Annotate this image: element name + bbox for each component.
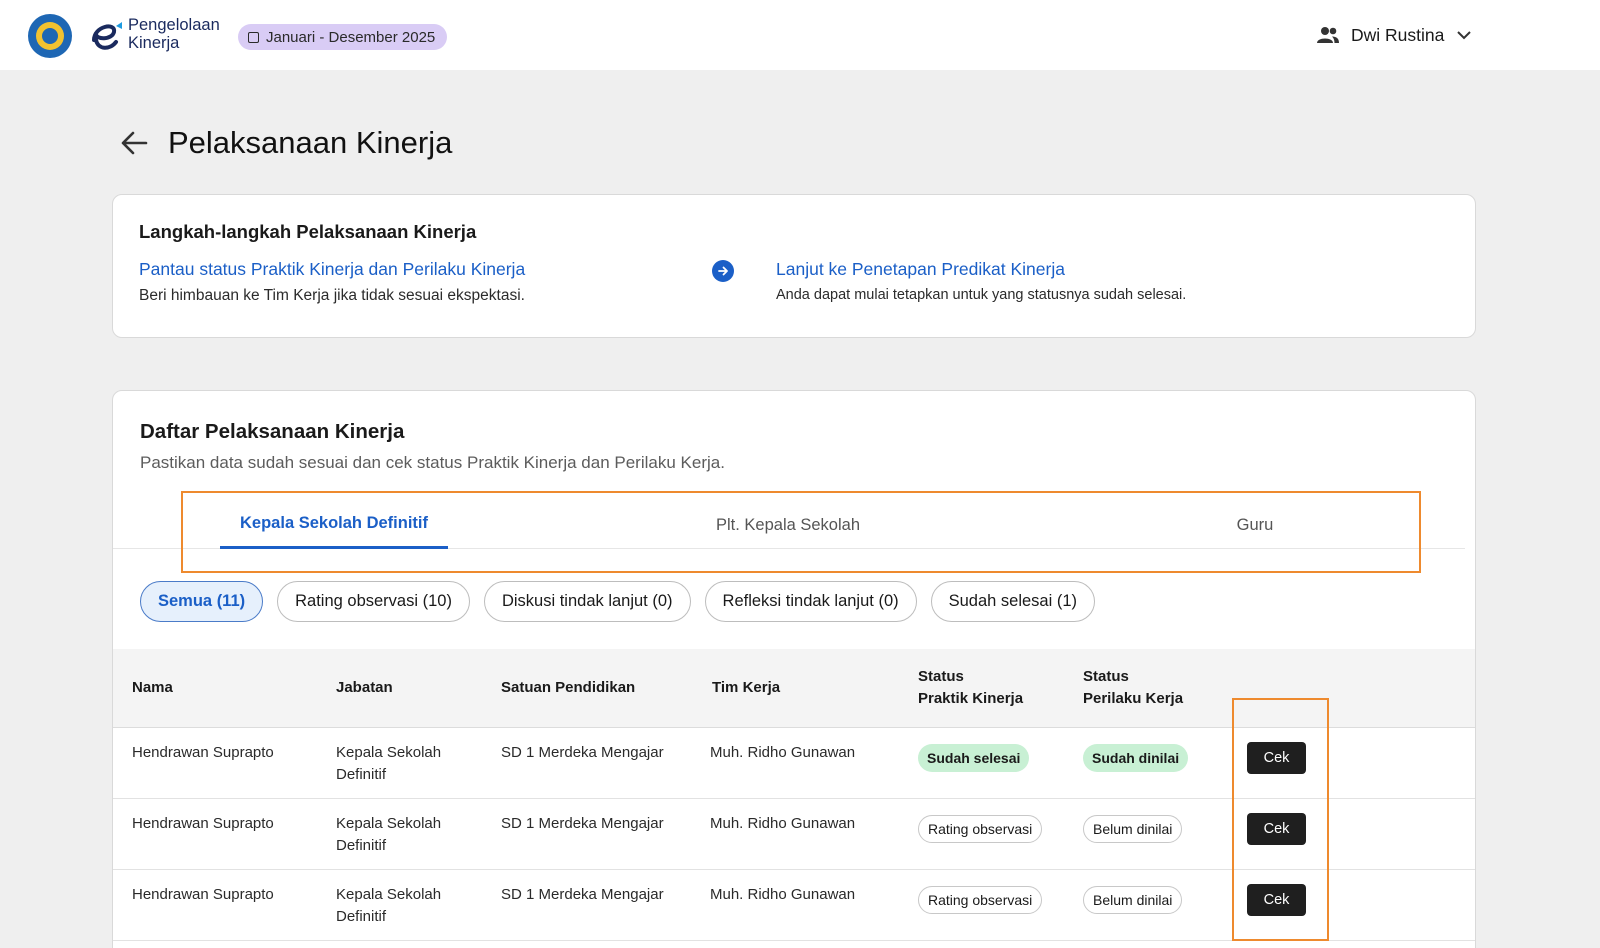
header-status-praktik-kinerja: Status Praktik Kinerja bbox=[918, 666, 1023, 710]
cell-jabatan-line-1: Kepala Sekolah bbox=[336, 886, 442, 903]
back-arrow-icon[interactable] bbox=[118, 127, 150, 159]
table-row: Hendrawan Suprapto Kepala Sekolah Defini… bbox=[113, 799, 1475, 870]
header-status-perilaku-kerja: Status Perilaku Kerja bbox=[1083, 666, 1183, 710]
tab-guru[interactable]: Guru bbox=[1205, 501, 1305, 549]
page-title: Pelaksanaan Kinerja bbox=[168, 125, 453, 160]
header-status-praktik-line-2: Praktik Kinerja bbox=[918, 690, 1024, 707]
tab-kepala-sekolah-definitif[interactable]: Kepala Sekolah Definitif bbox=[220, 501, 448, 549]
period-label: Januari - Desember 2025 bbox=[266, 28, 436, 46]
filter-rating-observasi[interactable]: Rating observasi (10) bbox=[277, 581, 470, 622]
user-name: Dwi Rustina bbox=[1351, 24, 1445, 45]
filter-semua[interactable]: Semua (11) bbox=[140, 581, 264, 622]
app-logo-icon bbox=[92, 22, 122, 50]
cell-nama: Hendrawan Suprapto bbox=[132, 744, 274, 761]
filter-sudah-selesai[interactable]: Sudah selesai (1) bbox=[930, 581, 1096, 622]
status-filters: Semua (11) Rating observasi (10) Diskusi… bbox=[140, 581, 1096, 622]
steps-title: Langkah-langkah Pelaksanaan Kinerja bbox=[139, 221, 477, 242]
cell-tim-kerja: Muh. Ridho Gunawan bbox=[710, 744, 856, 761]
step-monitor: Pantau status Praktik Kinerja dan Perila… bbox=[139, 259, 525, 305]
header-jabatan: Jabatan bbox=[336, 679, 393, 696]
cell-jabatan-line-2: Definitif bbox=[336, 908, 387, 925]
step-predikat: Lanjut ke Penetapan Predikat Kinerja And… bbox=[776, 259, 1186, 303]
header-status-perilaku-line-1: Status bbox=[1083, 668, 1129, 685]
step-predikat-desc: Anda dapat mulai tetapkan untuk yang sta… bbox=[776, 287, 1187, 303]
header-status-praktik-line-1: Status bbox=[918, 668, 964, 685]
header-nama: Nama bbox=[132, 679, 173, 696]
period-chip[interactable]: Januari - Desember 2025 bbox=[238, 24, 448, 50]
status-badge-perilaku: Belum dinilai bbox=[1083, 815, 1183, 843]
status-badge-praktik: Rating observasi bbox=[918, 815, 1043, 843]
cell-satuan-pendidikan: SD 1 Merdeka Mengajar bbox=[501, 886, 664, 903]
cek-button[interactable]: Cek bbox=[1247, 742, 1306, 774]
cell-jabatan-line-1: Kepala Sekolah bbox=[336, 815, 442, 832]
app-name[interactable]: Pengelolaan Kinerja bbox=[128, 16, 220, 52]
steps-card: Langkah-langkah Pelaksanaan Kinerja Pant… bbox=[112, 194, 1476, 338]
top-bar: Pengelolaan Kinerja Januari - Desember 2… bbox=[0, 0, 1600, 70]
list-title: Daftar Pelaksanaan Kinerja bbox=[140, 420, 405, 443]
app-name-line-1: Pengelolaan bbox=[128, 16, 220, 34]
header-status-perilaku-line-2: Perilaku Kerja bbox=[1083, 690, 1184, 707]
calendar-icon bbox=[248, 31, 259, 43]
filter-diskusi-tindak-lanjut[interactable]: Diskusi tindak lanjut (0) bbox=[483, 581, 691, 622]
arrow-right-circle-icon bbox=[712, 260, 734, 282]
status-badge-perilaku: Belum dinilai bbox=[1083, 886, 1183, 914]
performance-table: Nama Jabatan Satuan Pendidikan Tim Kerja… bbox=[113, 649, 1475, 941]
table-row: Hendrawan Suprapto Kepala Sekolah Defini… bbox=[113, 728, 1475, 799]
cell-jabatan: Kepala Sekolah Definitif bbox=[336, 742, 476, 786]
cell-jabatan-line-1: Kepala Sekolah bbox=[336, 744, 442, 761]
cell-tim-kerja: Muh. Ridho Gunawan bbox=[710, 886, 856, 903]
cell-tim-kerja: Muh. Ridho Gunawan bbox=[710, 815, 856, 832]
app-name-line-2: Kinerja bbox=[128, 34, 180, 52]
chevron-down-icon[interactable] bbox=[1456, 30, 1472, 40]
people-icon bbox=[1317, 27, 1339, 43]
emblem-logo-icon bbox=[28, 14, 72, 58]
status-badge-praktik: Sudah selesai bbox=[918, 744, 1030, 772]
cell-satuan-pendidikan: SD 1 Merdeka Mengajar bbox=[501, 815, 664, 832]
cell-nama: Hendrawan Suprapto bbox=[132, 815, 274, 832]
page-title-row: Pelaksanaan Kinerja bbox=[118, 118, 452, 168]
header-satuan-pendidikan: Satuan Pendidikan bbox=[501, 679, 636, 696]
cek-button[interactable]: Cek bbox=[1247, 813, 1306, 845]
header-tim-kerja: Tim Kerja bbox=[712, 679, 781, 696]
cell-jabatan-line-2: Definitif bbox=[336, 837, 387, 854]
performance-list-card: Daftar Pelaksanaan Kinerja Pastikan data… bbox=[112, 390, 1476, 948]
cell-jabatan-line-2: Definitif bbox=[336, 766, 387, 783]
table-row: Hendrawan Suprapto Kepala Sekolah Defini… bbox=[113, 870, 1475, 941]
list-subtitle: Pastikan data sudah sesuai dan cek statu… bbox=[140, 453, 725, 472]
table-header: Nama Jabatan Satuan Pendidikan Tim Kerja… bbox=[113, 649, 1475, 728]
filter-refleksi-tindak-lanjut[interactable]: Refleksi tindak lanjut (0) bbox=[704, 581, 917, 622]
cell-jabatan: Kepala Sekolah Definitif bbox=[336, 813, 476, 857]
user-menu[interactable]: Dwi Rustina bbox=[1317, 20, 1472, 50]
cell-satuan-pendidikan: SD 1 Merdeka Mengajar bbox=[501, 744, 664, 761]
cek-button[interactable]: Cek bbox=[1247, 884, 1306, 916]
cell-nama: Hendrawan Suprapto bbox=[132, 886, 274, 903]
step-monitor-link[interactable]: Pantau status Praktik Kinerja dan Perila… bbox=[139, 259, 525, 280]
step-predikat-link[interactable]: Lanjut ke Penetapan Predikat Kinerja bbox=[776, 259, 1186, 280]
tab-plt-kepala-sekolah[interactable]: Plt. Kepala Sekolah bbox=[668, 501, 908, 549]
status-badge-perilaku: Sudah dinilai bbox=[1083, 744, 1189, 772]
status-badge-praktik: Rating observasi bbox=[918, 886, 1043, 914]
cell-jabatan: Kepala Sekolah Definitif bbox=[336, 884, 476, 928]
step-monitor-desc: Beri himbauan ke Tim Kerja jika tidak se… bbox=[139, 287, 525, 304]
role-tabs: Kepala Sekolah Definitif Plt. Kepala Sek… bbox=[113, 501, 1465, 549]
